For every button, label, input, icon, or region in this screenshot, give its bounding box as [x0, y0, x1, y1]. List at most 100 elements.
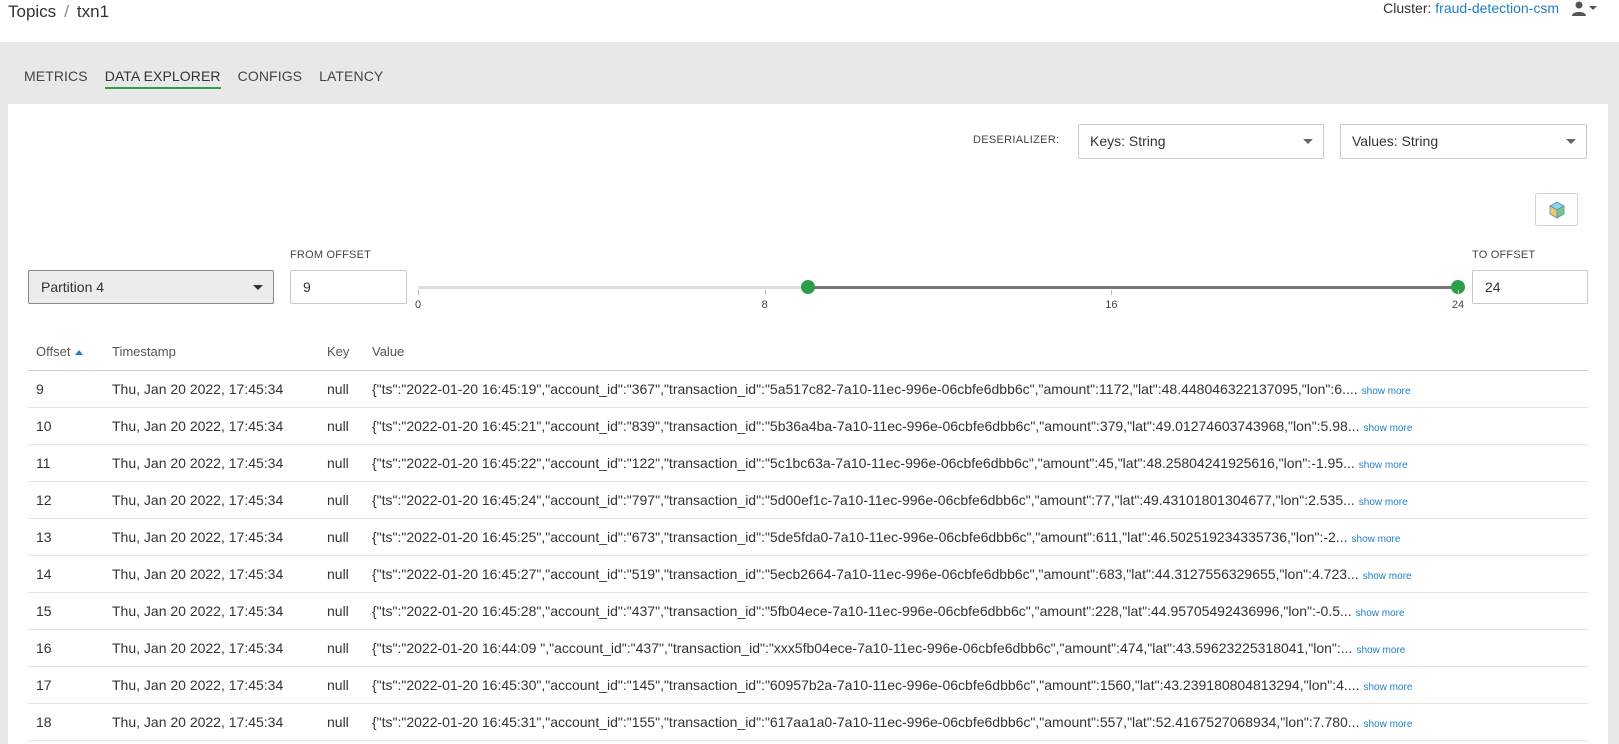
show-more-link[interactable]: show more: [1362, 386, 1411, 397]
slider-low-handle[interactable]: [801, 280, 815, 294]
timestamp-cell-text: Thu, Jan 20 2022, 17:45:34: [112, 417, 284, 434]
show-more-link[interactable]: show more: [1363, 571, 1412, 582]
key-cell-text: null: [327, 528, 349, 545]
table-row[interactable]: 13 Thu, Jan 20 2022, 17:45:34 null {"ts":"2…: [28, 518, 1588, 556]
key-cell-text: null: [327, 713, 349, 730]
timestamp-cell-text: Thu, Jan 20 2022, 17:45:34: [112, 380, 284, 397]
chevron-down-icon: [1589, 6, 1597, 10]
timestamp-cell: Thu, Jan 20 2022, 17:45:34: [104, 629, 319, 667]
offset-cell: 9: [28, 370, 104, 408]
timestamp-cell: Thu, Jan 20 2022, 17:45:34: [104, 407, 319, 445]
user-menu-button[interactable]: [1571, 0, 1597, 16]
offset-cell-text: 18: [36, 713, 52, 730]
tab-data-explorer[interactable]: DATA EXPLORER: [104, 68, 221, 89]
messages-table: Offset Timestamp Key Value 9 Thu, Jan 20 …: [28, 334, 1588, 741]
tab-metrics[interactable]: METRICS: [24, 68, 88, 89]
offset-cell: 13: [28, 518, 104, 556]
tab-configs[interactable]: CONFIGS: [238, 68, 302, 89]
show-more-link[interactable]: show more: [1359, 497, 1408, 508]
value-cell: {"ts":"2022-01-20 16:45:19","account_id"…: [364, 370, 1588, 408]
deserializer-label: DESERIALIZER:: [973, 134, 1060, 146]
key-cell-text: null: [327, 454, 349, 471]
table-row[interactable]: 18 Thu, Jan 20 2022, 17:45:34 null {"ts":"2…: [28, 703, 1588, 741]
offset-cell-text: 13: [36, 528, 52, 545]
tab-latency[interactable]: LATENCY: [319, 68, 383, 89]
value-cell-text: {"ts":"2022-01-20 16:45:21","account_id"…: [372, 417, 1360, 434]
offset-cell-text: 17: [36, 676, 52, 693]
offset-cell: 11: [28, 444, 104, 482]
timestamp-cell-text: Thu, Jan 20 2022, 17:45:34: [112, 565, 284, 582]
offset-cell-text: 9: [36, 380, 44, 397]
offset-cell: 16: [28, 629, 104, 667]
topic-tabs: METRICS DATA EXPLORER CONFIGS LATENCY: [24, 68, 400, 89]
table-header-row: Offset Timestamp Key Value: [28, 334, 1588, 371]
slider-tick: [764, 290, 766, 295]
key-cell: null: [319, 666, 364, 704]
table-row[interactable]: 12 Thu, Jan 20 2022, 17:45:34 null {"ts":"2…: [28, 481, 1588, 519]
timestamp-cell-text: Thu, Jan 20 2022, 17:45:34: [112, 713, 284, 730]
key-cell-text: null: [327, 676, 349, 693]
table-row[interactable]: 15 Thu, Jan 20 2022, 17:45:34 null {"ts":"2…: [28, 592, 1588, 630]
show-more-link[interactable]: show more: [1359, 460, 1408, 471]
value-cell: {"ts":"2022-01-20 16:45:24","account_id"…: [364, 481, 1588, 519]
timestamp-cell: Thu, Jan 20 2022, 17:45:34: [104, 666, 319, 704]
timestamp-cell-text: Thu, Jan 20 2022, 17:45:34: [112, 528, 284, 545]
show-more-link[interactable]: show more: [1356, 645, 1405, 656]
user-icon: [1572, 1, 1586, 16]
from-offset-input[interactable]: 9: [290, 270, 407, 304]
schema-button[interactable]: [1535, 193, 1578, 226]
timestamp-column-header[interactable]: Timestamp: [104, 334, 319, 371]
breadcrumb-topics-link[interactable]: Topics: [8, 2, 56, 22]
show-more-link[interactable]: show more: [1352, 534, 1401, 545]
keys-deserializer-value: Keys: String: [1090, 133, 1166, 149]
value-column-header[interactable]: Value: [364, 334, 1588, 371]
table-row[interactable]: 17 Thu, Jan 20 2022, 17:45:34 null {"ts":"2…: [28, 666, 1588, 704]
timestamp-cell: Thu, Jan 20 2022, 17:45:34: [104, 518, 319, 556]
values-deserializer-value: Values: String: [1352, 133, 1439, 149]
slider-tick-label: 0: [414, 299, 422, 311]
offset-range-slider[interactable]: 0 8 16 24: [415, 280, 1465, 311]
value-cell-text: {"ts":"2022-01-20 16:45:30","account_id"…: [372, 676, 1360, 693]
slider-tick: [1458, 290, 1459, 295]
key-cell: null: [319, 592, 364, 630]
breadcrumb-separator: /: [64, 2, 69, 21]
key-cell: null: [319, 703, 364, 741]
timestamp-cell-text: Thu, Jan 20 2022, 17:45:34: [112, 602, 284, 619]
slider-tick-label: 24: [1451, 299, 1465, 311]
table-row[interactable]: 9 Thu, Jan 20 2022, 17:45:34 null {"ts":"20…: [28, 370, 1588, 408]
table-row[interactable]: 11 Thu, Jan 20 2022, 17:45:34 null {"ts":"2…: [28, 444, 1588, 482]
show-more-link[interactable]: show more: [1356, 608, 1405, 619]
offset-cell: 15: [28, 592, 104, 630]
table-row[interactable]: 14 Thu, Jan 20 2022, 17:45:34 null {"ts":"2…: [28, 555, 1588, 593]
key-cell: null: [319, 370, 364, 408]
table-row[interactable]: 10 Thu, Jan 20 2022, 17:45:34 null {"ts":"2…: [28, 407, 1588, 445]
key-column-header[interactable]: Key: [319, 334, 364, 371]
value-cell: {"ts":"2022-01-20 16:45:28","account_id"…: [364, 592, 1588, 630]
key-cell: null: [319, 555, 364, 593]
show-more-link[interactable]: show more: [1363, 682, 1412, 693]
value-cell-text: {"ts":"2022-01-20 16:45:24","account_id"…: [372, 491, 1355, 508]
value-cell: {"ts":"2022-01-20 16:45:25","account_id"…: [364, 518, 1588, 556]
value-cell-text: {"ts":"2022-01-20 16:45:25","account_id"…: [372, 528, 1348, 545]
show-more-link[interactable]: show more: [1363, 719, 1412, 730]
value-cell: {"ts":"2022-01-20 16:45:27","account_id"…: [364, 555, 1588, 593]
table-row[interactable]: 16 Thu, Jan 20 2022, 17:45:34 null {"ts":"2…: [28, 629, 1588, 667]
cluster-name-link[interactable]: fraud-detection-csm: [1435, 0, 1559, 16]
timestamp-cell: Thu, Jan 20 2022, 17:45:34: [104, 555, 319, 593]
value-cell: {"ts":"2022-01-20 16:44:09 ","account_id…: [364, 629, 1588, 667]
offset-column-header[interactable]: Offset: [28, 334, 104, 371]
timestamp-cell: Thu, Jan 20 2022, 17:45:34: [104, 444, 319, 482]
to-offset-input[interactable]: 24: [1472, 270, 1588, 304]
value-cell: {"ts":"2022-01-20 16:45:30","account_id"…: [364, 666, 1588, 704]
key-cell: null: [319, 518, 364, 556]
offset-header-label: Offset: [36, 344, 71, 360]
cube-icon: [1548, 201, 1565, 219]
value-cell-text: {"ts":"2022-01-20 16:44:09 ","account_id…: [372, 639, 1353, 656]
show-more-link[interactable]: show more: [1363, 423, 1412, 434]
values-deserializer-select[interactable]: Values: String: [1340, 124, 1587, 159]
keys-deserializer-select[interactable]: Keys: String: [1078, 124, 1324, 159]
partition-select[interactable]: Partition 4: [28, 270, 274, 304]
cluster-indicator: Cluster: fraud-detection-csm: [1383, 0, 1559, 16]
offset-cell-text: 12: [36, 491, 52, 508]
cluster-label: Cluster:: [1383, 0, 1432, 16]
